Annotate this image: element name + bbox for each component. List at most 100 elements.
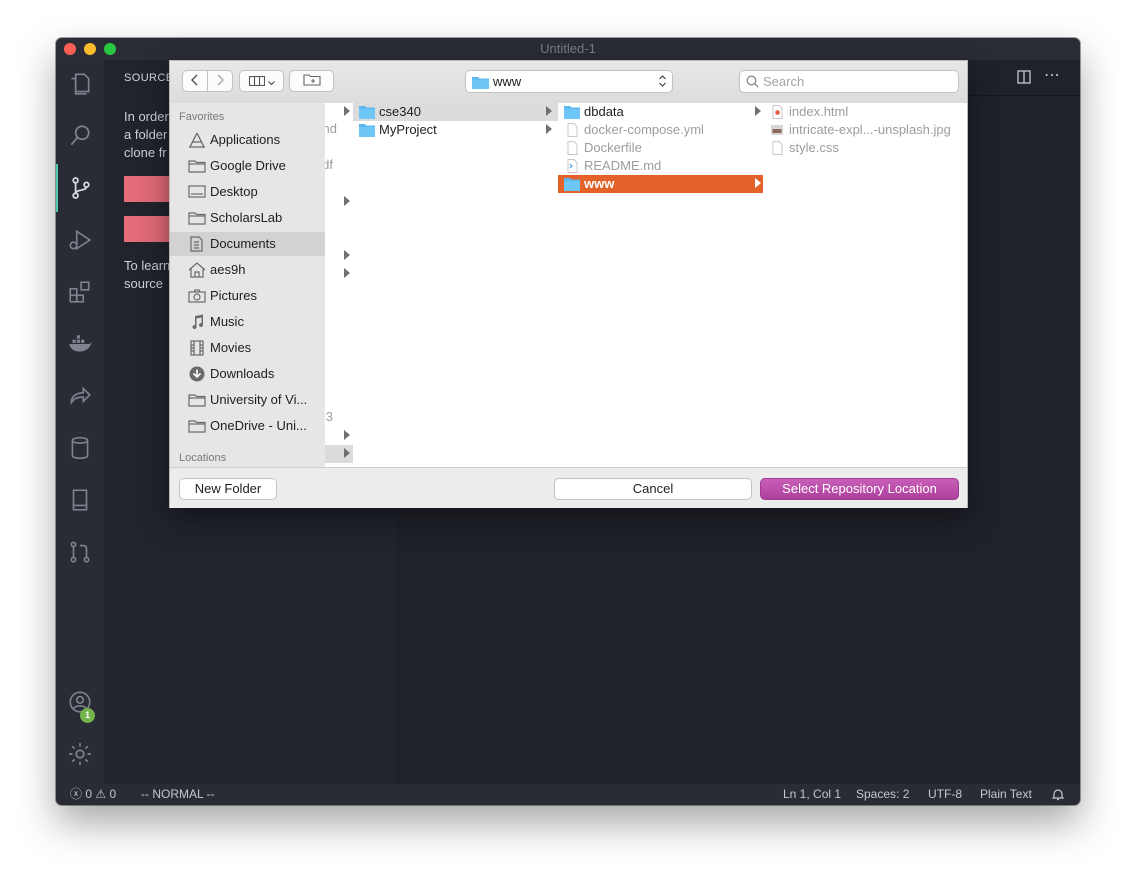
sidebar-item-aes9h[interactable]: aes9h: [170, 258, 325, 282]
close-window-button[interactable]: [64, 43, 76, 55]
sidebar-item-university[interactable]: University of Vi...: [170, 388, 325, 412]
file-browser: Favorites Applications Google Drive Desk…: [170, 103, 967, 467]
search-placeholder: Search: [763, 74, 805, 89]
applications-icon: [188, 132, 206, 148]
list-item-dockerfile[interactable]: Dockerfile: [558, 139, 763, 157]
language-mode[interactable]: Plain Text: [980, 784, 1032, 805]
minimize-window-button[interactable]: [84, 43, 96, 55]
vim-mode: -- NORMAL --: [141, 787, 215, 801]
folder-icon: [472, 75, 489, 94]
search-icon[interactable]: [56, 112, 104, 160]
list-item-dbdata[interactable]: dbdata: [558, 103, 763, 121]
select-repository-location-button[interactable]: Select Repository Location: [760, 478, 959, 500]
new-folder-button[interactable]: New Folder: [179, 478, 277, 500]
chevron-right-icon: [755, 178, 761, 188]
folder-icon: [564, 177, 580, 191]
film-icon: [188, 340, 206, 356]
status-bar: ⓧ 0 ⚠ 0 -- NORMAL -- Ln 1, Col 1 Spaces:…: [56, 784, 1080, 805]
file-icon: [564, 141, 580, 155]
indentation[interactable]: Spaces: 2: [856, 784, 909, 805]
new-folder-toolbar-button[interactable]: [289, 70, 334, 92]
sidebar-item-google-drive[interactable]: Google Drive: [170, 154, 325, 178]
live-share-icon[interactable]: [56, 372, 104, 420]
image-file-icon: [769, 123, 785, 137]
split-editor-icon[interactable]: [1016, 69, 1032, 90]
source-control-icon[interactable]: [56, 164, 104, 212]
sidebar-text-line: a folder: [124, 127, 168, 142]
folder-icon: [188, 418, 206, 434]
folder-icon: [188, 158, 206, 174]
back-button[interactable]: [182, 70, 208, 92]
sidebar-item-desktop[interactable]: Desktop: [170, 180, 325, 204]
extensions-icon[interactable]: [56, 268, 104, 316]
sidebar-item-applications[interactable]: Applications: [170, 128, 325, 152]
title-bar: Untitled-1: [56, 38, 1080, 60]
folder-icon: [359, 105, 375, 119]
sidebar-item-onedrive[interactable]: OneDrive - Uni...: [170, 414, 325, 438]
sidebar-item-movies[interactable]: Movies: [170, 336, 325, 360]
file-icon: [564, 123, 580, 137]
sidebar-item-scholarslab[interactable]: ScholarsLab: [170, 206, 325, 230]
warning-icon: ⚠: [95, 787, 107, 801]
chevron-right-icon: [546, 124, 552, 134]
path-selector[interactable]: www: [465, 70, 673, 93]
sidebar-text-line: source: [124, 276, 164, 291]
list-item[interactable]: nd: [325, 120, 353, 138]
list-item[interactable]: df: [325, 156, 353, 174]
list-item-www[interactable]: www: [558, 175, 763, 193]
row-arrow: [325, 265, 353, 283]
zoom-window-button[interactable]: [104, 43, 116, 55]
list-item-index-html[interactable]: index.html: [763, 103, 967, 121]
database-icon[interactable]: [56, 424, 104, 472]
search-icon: [746, 75, 759, 93]
chevron-left-icon: [190, 73, 199, 89]
file-icon: [769, 141, 785, 155]
sidebar-item-pictures[interactable]: Pictures: [170, 284, 325, 308]
select-folder-dialog: www Search Favorites Applications Google…: [169, 60, 968, 508]
problems-indicator[interactable]: ⓧ 0 ⚠ 0: [70, 784, 116, 805]
forward-button[interactable]: [207, 70, 233, 92]
view-mode-button[interactable]: [239, 70, 284, 92]
column-www: index.html intricate-expl...-unsplash.jp…: [763, 103, 967, 467]
more-actions-icon[interactable]: ⋯: [1044, 65, 1060, 84]
sidebar-item-downloads[interactable]: Downloads: [170, 362, 325, 386]
cancel-button[interactable]: Cancel: [554, 478, 752, 500]
pull-request-icon[interactable]: [56, 528, 104, 576]
sidebar-item-documents[interactable]: Documents: [170, 232, 325, 256]
docker-icon[interactable]: [56, 320, 104, 368]
accounts-badge: 1: [80, 708, 95, 723]
music-icon: [188, 314, 206, 330]
cursor-position[interactable]: Ln 1, Col 1: [783, 784, 841, 805]
chevron-right-icon: [546, 106, 552, 116]
chevron-down-icon: [267, 74, 275, 89]
encoding[interactable]: UTF-8: [928, 784, 962, 805]
list-item-selected[interactable]: [325, 445, 353, 463]
activity-bar: 1: [56, 60, 104, 784]
row-arrow: [325, 103, 353, 121]
list-item-myproject[interactable]: MyProject: [353, 121, 558, 139]
columns-view-icon: [248, 74, 265, 89]
download-icon: [188, 366, 206, 382]
list-item-readme[interactable]: README.md: [558, 157, 763, 175]
search-field[interactable]: Search: [739, 70, 959, 93]
list-item-image[interactable]: intricate-expl...-unsplash.jpg: [763, 121, 967, 139]
sidebar-text-line: In order: [124, 109, 169, 124]
folder-icon: [188, 392, 206, 408]
list-item-docker-compose[interactable]: docker-compose.yml: [558, 121, 763, 139]
run-debug-icon[interactable]: [56, 216, 104, 264]
folder-icon: [188, 210, 206, 226]
book-icon[interactable]: [56, 476, 104, 524]
dialog-footer: New Folder Cancel Select Repository Loca…: [170, 467, 967, 508]
locations-header: Locations: [179, 452, 227, 464]
sidebar-item-music[interactable]: Music: [170, 310, 325, 334]
html-file-icon: [769, 105, 785, 119]
list-item-cse340[interactable]: cse340: [353, 103, 558, 121]
column-cse340: dbdata docker-compose.yml Dockerfile REA…: [558, 103, 764, 467]
explorer-icon[interactable]: [56, 60, 104, 108]
gear-icon[interactable]: [56, 730, 104, 778]
accounts-icon[interactable]: 1: [56, 678, 104, 726]
markdown-file-icon: [564, 159, 580, 173]
list-item[interactable]: 3: [325, 408, 353, 426]
notifications-bell-icon[interactable]: [1051, 784, 1065, 805]
list-item-style-css[interactable]: style.css: [763, 139, 967, 157]
